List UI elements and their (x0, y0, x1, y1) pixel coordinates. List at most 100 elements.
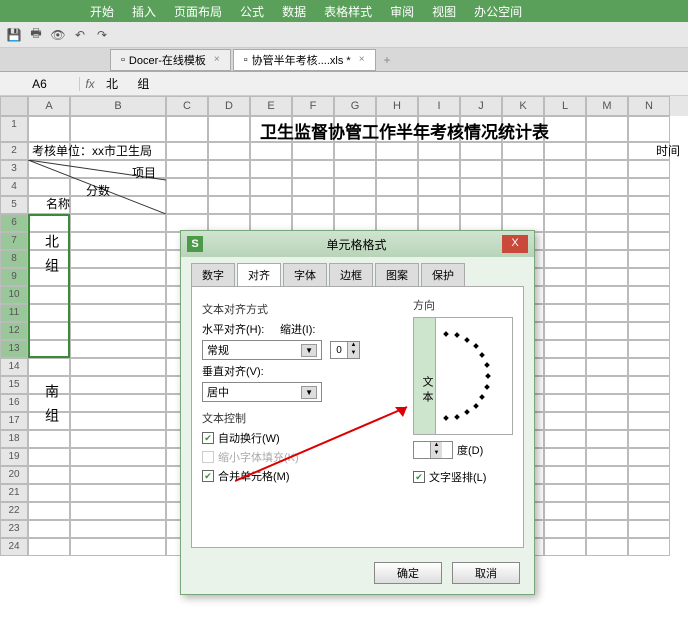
dialog-titlebar[interactable]: S 单元格格式 X (181, 231, 534, 257)
cell[interactable] (376, 178, 418, 196)
row-header[interactable]: 18 (0, 430, 28, 448)
cell[interactable] (586, 520, 628, 538)
cell[interactable] (544, 250, 586, 268)
cell[interactable] (418, 196, 460, 214)
row-header[interactable]: 23 (0, 520, 28, 538)
cell[interactable] (628, 466, 670, 484)
cell[interactable] (376, 160, 418, 178)
dialog-tab[interactable]: 数字 (191, 263, 235, 286)
row-header[interactable]: 21 (0, 484, 28, 502)
cell[interactable] (586, 214, 628, 232)
dialog-tab[interactable]: 边框 (329, 263, 373, 286)
cell[interactable] (28, 358, 70, 376)
spin-up-icon[interactable]: ▲ (430, 442, 442, 450)
cell[interactable] (28, 538, 70, 556)
cell[interactable] (586, 448, 628, 466)
cell[interactable] (28, 466, 70, 484)
row-header[interactable]: 13 (0, 340, 28, 358)
degree-value[interactable] (414, 442, 430, 458)
cell[interactable] (586, 412, 628, 430)
cell[interactable] (70, 286, 166, 304)
cell[interactable] (628, 484, 670, 502)
cell[interactable] (544, 502, 586, 520)
preview-icon[interactable]: 👁 (50, 27, 66, 43)
cell[interactable] (70, 322, 166, 340)
indent-spinner[interactable]: ▲▼ (330, 341, 360, 359)
cell[interactable] (544, 214, 586, 232)
cell[interactable] (28, 340, 70, 358)
fx-icon[interactable]: fx (80, 77, 100, 91)
row-header[interactable]: 6 (0, 214, 28, 232)
menu-view[interactable]: 视图 (432, 3, 456, 20)
menu-start[interactable]: 开始 (90, 3, 114, 20)
cell[interactable] (70, 394, 166, 412)
cell[interactable] (208, 178, 250, 196)
row-header[interactable]: 2 (0, 142, 28, 160)
row-header[interactable]: 24 (0, 538, 28, 556)
menu-data[interactable]: 数据 (282, 3, 306, 20)
cell[interactable] (544, 484, 586, 502)
col-header[interactable]: E (250, 96, 292, 116)
row-header[interactable]: 3 (0, 160, 28, 178)
cell[interactable] (334, 160, 376, 178)
cell[interactable] (334, 196, 376, 214)
cell[interactable] (544, 196, 586, 214)
cell[interactable] (28, 214, 70, 232)
cell[interactable] (586, 286, 628, 304)
row-header[interactable]: 11 (0, 304, 28, 322)
cell[interactable] (628, 178, 670, 196)
cell[interactable] (544, 304, 586, 322)
cell[interactable] (628, 286, 670, 304)
cell[interactable] (544, 116, 586, 142)
col-header[interactable]: N (628, 96, 670, 116)
cell[interactable] (166, 142, 208, 160)
cell[interactable] (544, 466, 586, 484)
cell[interactable] (628, 196, 670, 214)
cell[interactable] (544, 376, 586, 394)
cell[interactable] (70, 466, 166, 484)
cell[interactable] (544, 322, 586, 340)
cell[interactable] (250, 178, 292, 196)
cell[interactable] (628, 232, 670, 250)
cell[interactable] (28, 484, 70, 502)
undo-icon[interactable]: ↶ (72, 27, 88, 43)
menu-table-style[interactable]: 表格样式 (324, 3, 372, 20)
cell[interactable] (544, 448, 586, 466)
close-icon[interactable]: × (214, 54, 220, 65)
cell[interactable] (544, 268, 586, 286)
cell[interactable] (70, 520, 166, 538)
cell[interactable] (334, 142, 376, 160)
cell[interactable] (586, 376, 628, 394)
cell[interactable] (586, 484, 628, 502)
cell[interactable] (586, 268, 628, 286)
cell[interactable] (544, 412, 586, 430)
cell[interactable] (460, 160, 502, 178)
vertical-text-checkbox[interactable]: ✔文字竖排(L) (413, 469, 513, 485)
cell[interactable] (250, 160, 292, 178)
row-header[interactable]: 19 (0, 448, 28, 466)
cell[interactable] (460, 196, 502, 214)
cell[interactable] (70, 412, 166, 430)
cell[interactable] (70, 116, 166, 142)
cell[interactable] (628, 268, 670, 286)
cell[interactable] (628, 430, 670, 448)
cell[interactable] (544, 232, 586, 250)
cell[interactable] (418, 160, 460, 178)
indent-value[interactable] (331, 342, 347, 358)
halign-combo[interactable]: 常规▼ (202, 340, 322, 360)
cell[interactable] (586, 466, 628, 484)
cell[interactable] (28, 502, 70, 520)
cell[interactable] (502, 178, 544, 196)
row-header[interactable]: 14 (0, 358, 28, 376)
cell[interactable] (628, 250, 670, 268)
cell[interactable] (166, 178, 208, 196)
cell[interactable] (628, 214, 670, 232)
col-header[interactable]: H (376, 96, 418, 116)
cell[interactable] (586, 196, 628, 214)
cell[interactable] (586, 358, 628, 376)
row-header[interactable]: 4 (0, 178, 28, 196)
cell[interactable] (292, 160, 334, 178)
cell[interactable] (208, 196, 250, 214)
cell[interactable] (70, 376, 166, 394)
cell[interactable] (166, 196, 208, 214)
